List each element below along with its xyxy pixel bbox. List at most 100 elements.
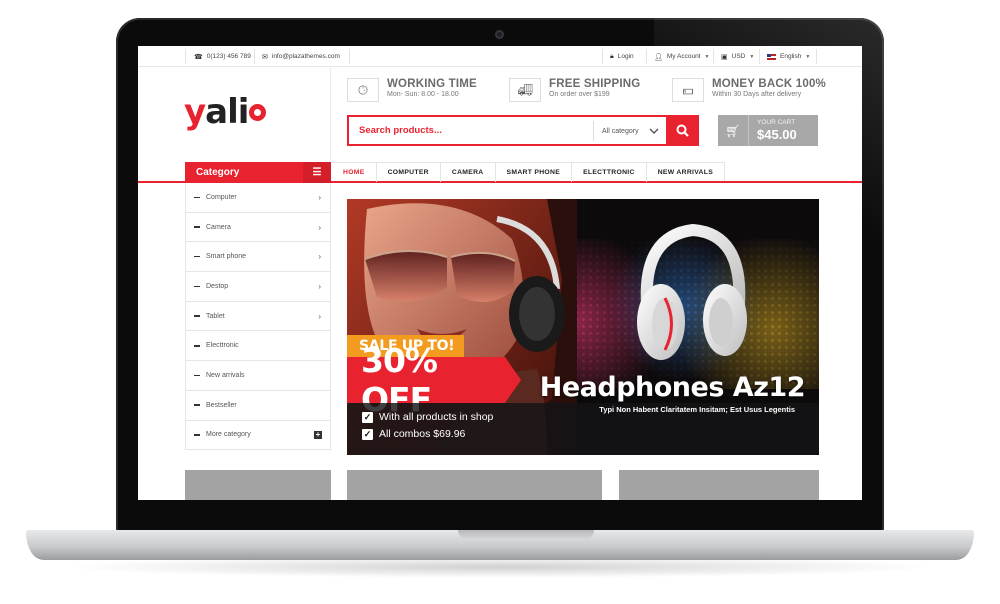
feature-subtitle: Mon- Sun: 8.00 - 18.00 (387, 91, 459, 98)
checkbox-checked-icon: ✓ (362, 428, 373, 440)
cart-button[interactable]: 🛒︎ YOUR CART $45.00 (718, 115, 818, 146)
dash-icon (194, 255, 200, 258)
nav-computer[interactable]: COMPUTER (375, 163, 440, 182)
promo-block[interactable] (347, 470, 602, 500)
nav-new-arrivals[interactable]: NEW ARRIVALS (645, 163, 724, 182)
login-link[interactable]: 🔒︎ Login (610, 46, 634, 67)
chevron-right-icon: › (318, 252, 321, 262)
sidebar-item-label: Camera (206, 223, 231, 231)
search-icon (676, 124, 689, 137)
sidebar-item-label: Bestseller (206, 401, 237, 409)
sidebar-item-more-category[interactable]: More category + (186, 421, 330, 451)
chevron-down-icon: ▼ (749, 53, 755, 60)
sidebar-item-label: Computer (206, 193, 237, 201)
divider (349, 49, 350, 64)
search-bar[interactable]: Search products... All category (347, 115, 699, 146)
banner-headphones-image (637, 224, 747, 360)
feature-free-shipping: 🚚︎ FREE SHIPPING On order over $199 (509, 78, 640, 102)
checkbox-checked-icon: ✓ (362, 411, 373, 423)
feature-money-back: 💵︎ MONEY BACK 100% Within 30 Days after … (672, 78, 826, 102)
divider (759, 49, 760, 64)
feature-subtitle: On order over $199 (549, 91, 610, 98)
chevron-right-icon: › (318, 311, 321, 321)
base-notch (458, 530, 594, 540)
divider (254, 49, 255, 64)
dash-icon (194, 374, 200, 377)
banner-title: Headphones Az12 (539, 372, 806, 403)
lock-icon: 🔒︎ (610, 52, 614, 60)
feature-subtitle: Within 30 Days after delivery (712, 91, 802, 98)
sidebar-item-new-arrivals[interactable]: New arrivals (186, 361, 330, 391)
feature-title: WORKING TIME (387, 78, 477, 90)
chevron-down-icon: ▼ (704, 53, 710, 60)
sidebar-item-label: Electtronic (206, 342, 239, 350)
search-button[interactable] (666, 115, 699, 146)
logo-letter-y: y (184, 92, 206, 132)
sidebar-item-label: Smart phone (206, 253, 247, 261)
divider (816, 49, 817, 64)
plus-icon[interactable]: + (314, 430, 322, 439)
banner-feature-text: All combos $69.96 (379, 428, 466, 440)
category-sidebar: Computer › Camera › Smart phone › Destop › T… (185, 183, 331, 451)
banner-feature-text: With all products in shop (379, 411, 494, 423)
phone-text: 0(123) 456 789 (206, 53, 251, 60)
sidebar-item-electtronic[interactable]: Electtronic (186, 331, 330, 362)
sidebar-item-label: Tablet (206, 312, 225, 320)
sidebar-item-camera[interactable]: Camera › (186, 213, 330, 243)
currency-text: USD (731, 53, 746, 60)
site-logo[interactable]: y ali (184, 92, 267, 132)
banner-subtitle: Typi Non Habent Claritatem Insitam; Est … (599, 405, 795, 414)
category-select-value: All category (602, 127, 639, 135)
logo-text: ali (205, 92, 249, 132)
dash-icon (194, 404, 200, 406)
discount-label: 30% OFF (347, 341, 521, 419)
category-select[interactable]: All category (593, 121, 665, 141)
top-bar: ☎ 0(123) 456 789 ✉ info@plazathemes.com … (138, 46, 862, 67)
mail-icon: ✉ (262, 53, 268, 61)
dash-icon (194, 315, 200, 317)
search-input[interactable]: Search products... (359, 117, 442, 144)
divider (185, 49, 186, 64)
hero-banner[interactable]: SALE UP TO! 30% OFF ✓ With all products … (347, 199, 819, 455)
language-dropdown[interactable]: English ▼ (767, 46, 810, 67)
dash-icon (194, 285, 200, 288)
divider (713, 49, 714, 64)
menu-icon[interactable]: ☰ (303, 162, 331, 183)
logo-o-ring (249, 103, 267, 121)
sidebar-item-smart-phone[interactable]: Smart phone › (186, 242, 330, 273)
chevron-right-icon: › (318, 222, 321, 232)
chevron-right-icon: › (318, 281, 321, 291)
promo-block[interactable] (619, 470, 819, 500)
category-title: Category (196, 167, 240, 178)
my-account-dropdown[interactable]: 👤︎ My Account ▼ (654, 46, 709, 67)
chevron-down-icon: ▼ (805, 53, 811, 60)
language-text: English (780, 53, 802, 60)
feature-title: FREE SHIPPING (549, 78, 641, 90)
cart-amount: $45.00 (757, 127, 797, 143)
dash-icon (194, 345, 200, 347)
clock-icon: 🕓︎ (347, 78, 379, 102)
money-icon: ▣ (721, 53, 728, 61)
sidebar-item-destop[interactable]: Destop › (186, 272, 330, 302)
us-flag-icon (767, 53, 776, 60)
nav-smart-phone[interactable]: SMART PHONE (494, 163, 572, 182)
email-text: info@plazathemes.com (271, 53, 340, 60)
category-header[interactable]: Category ☰ (185, 162, 331, 183)
chevron-right-icon: › (318, 192, 321, 202)
sidebar-item-label: Destop (206, 282, 229, 290)
sidebar-item-computer[interactable]: Computer › (186, 183, 330, 213)
user-icon: 👤︎ (654, 53, 663, 61)
phone-icon: ☎ (194, 53, 203, 61)
nav-camera[interactable]: CAMERA (439, 163, 495, 182)
main-nav: HOME COMPUTER CAMERA SMART PHONE ELECTTR… (332, 162, 726, 182)
promo-block[interactable] (185, 470, 331, 500)
nav-home[interactable]: HOME (332, 163, 376, 182)
email-link[interactable]: ✉ info@plazathemes.com (262, 46, 340, 67)
nav-electtronic[interactable]: ELECTTRONIC (571, 163, 646, 182)
sidebar-item-tablet[interactable]: Tablet › (186, 302, 330, 332)
sidebar-item-bestseller[interactable]: Bestseller (186, 391, 330, 421)
currency-dropdown[interactable]: ▣ USD ▼ (721, 46, 754, 67)
divider (646, 49, 647, 64)
login-text: Login (617, 53, 634, 60)
laptop-base (26, 530, 974, 560)
